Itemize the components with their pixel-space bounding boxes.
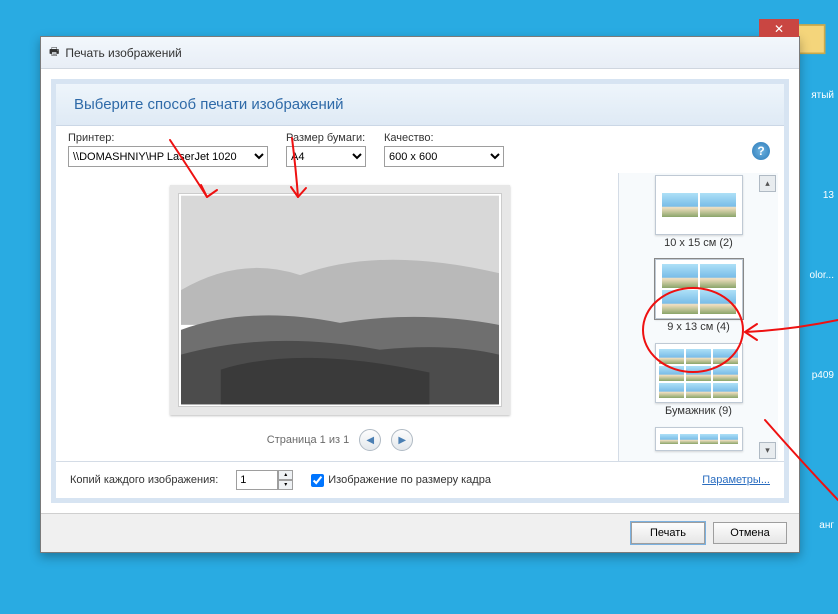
fit-frame-label: Изображение по размеру кадра xyxy=(328,474,491,486)
printer-icon: 🖶 xyxy=(49,43,59,62)
desktop-label-1: ятый xyxy=(811,90,834,101)
cancel-button[interactable]: Отмена xyxy=(713,522,787,544)
help-icon[interactable]: ? xyxy=(752,142,770,160)
copies-down[interactable]: ▾ xyxy=(278,480,293,490)
layout-wallet[interactable]: Бумажник (9) xyxy=(653,341,745,419)
fit-frame-checkbox[interactable] xyxy=(311,474,324,487)
close-button[interactable]: ✕ xyxy=(759,19,799,39)
printer-label: Принтер: xyxy=(68,132,268,144)
quality-select[interactable]: 600 x 600 xyxy=(384,146,504,167)
printer-select[interactable]: \\DOMASHNIY\HP LaserJet 1020 xyxy=(68,146,268,167)
page-indicator: Страница 1 из 1 xyxy=(267,434,349,446)
desktop-label-2: olor... xyxy=(810,270,834,281)
desktop-label-5: анг xyxy=(819,520,834,531)
scroll-down-button[interactable]: ▾ xyxy=(759,442,776,459)
next-page-button[interactable]: ▶ xyxy=(391,429,413,451)
titlebar[interactable]: 🖶 Печать изображений xyxy=(41,37,799,69)
print-button[interactable]: Печать xyxy=(631,522,705,544)
scroll-up-button[interactable]: ▴ xyxy=(759,175,776,192)
print-preview xyxy=(170,185,510,415)
layout-10x15[interactable]: 10 x 15 см (2) xyxy=(653,173,745,251)
quality-label: Качество: xyxy=(384,132,504,144)
dialog-title: Печать изображений xyxy=(65,46,181,60)
prev-page-button[interactable]: ◀ xyxy=(359,429,381,451)
copies-up[interactable]: ▴ xyxy=(278,470,293,480)
layout-contact[interactable] xyxy=(653,425,745,453)
layout-list[interactable]: ▴ 10 x 15 см (2) 9 x 13 см (4) Бумажник … xyxy=(618,173,778,461)
parameters-link[interactable]: Параметры... xyxy=(702,474,770,486)
copies-label: Копий каждого изображения: xyxy=(70,474,218,486)
desktop-label-4: 13 xyxy=(823,190,834,201)
print-dialog: ✕ 🖶 Печать изображений Выберите способ п… xyxy=(40,36,800,553)
copies-input[interactable] xyxy=(236,470,278,490)
desktop-label-3: p409 xyxy=(812,370,834,381)
paper-size-select[interactable]: A4 xyxy=(286,146,366,167)
wizard-header: Выберите способ печати изображений xyxy=(56,84,784,126)
layout-9x13[interactable]: 9 x 13 см (4) xyxy=(653,257,745,335)
paper-label: Размер бумаги: xyxy=(286,132,366,144)
